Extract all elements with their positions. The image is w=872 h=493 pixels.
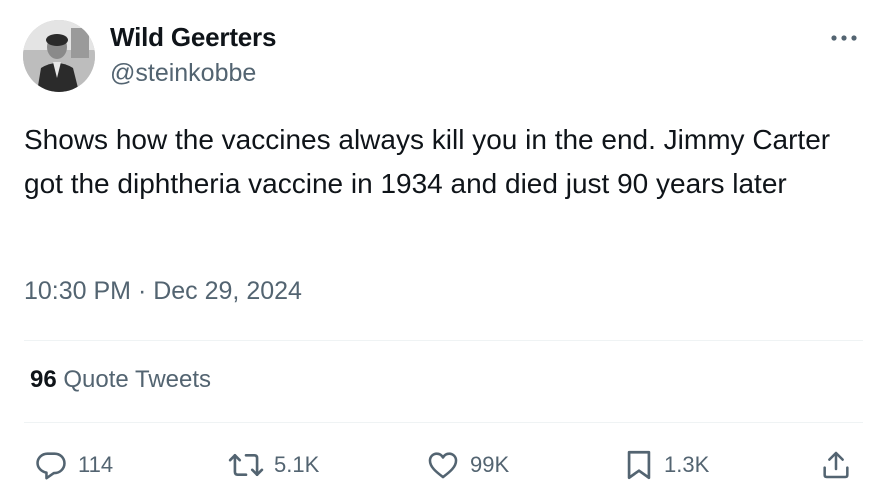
quote-tweets-label: Quote Tweets bbox=[63, 366, 212, 393]
retweet-count: 5.1K bbox=[274, 452, 320, 477]
quote-tweets-link[interactable]: 96 Quote Tweets bbox=[30, 366, 211, 394]
more-dots-icon bbox=[831, 35, 857, 41]
more-options-button[interactable] bbox=[828, 24, 860, 52]
display-name[interactable]: Wild Geerters bbox=[110, 22, 276, 53]
bookmark-icon bbox=[627, 450, 651, 480]
bookmark-count: 1.3K bbox=[664, 452, 710, 477]
tweet-card: Wild Geerters @steinkobbe Shows how the … bbox=[0, 0, 872, 493]
like-button[interactable]: 99K bbox=[426, 446, 509, 484]
share-button[interactable] bbox=[820, 446, 852, 484]
tweet-timestamp[interactable]: 10:30 PM · Dec 29, 2024 bbox=[24, 277, 302, 306]
heart-icon bbox=[428, 452, 458, 479]
user-handle[interactable]: @steinkobbe bbox=[110, 59, 256, 88]
share-upload-icon bbox=[823, 451, 849, 479]
bookmark-button[interactable]: 1.3K bbox=[624, 446, 709, 484]
retweet-button[interactable]: 5.1K bbox=[228, 446, 319, 484]
retweet-arrows-icon bbox=[228, 453, 264, 477]
divider bbox=[24, 340, 863, 341]
avatar-photo bbox=[23, 20, 95, 92]
divider bbox=[24, 422, 863, 423]
reply-bubble-icon bbox=[36, 452, 66, 480]
like-count: 99K bbox=[470, 452, 510, 477]
quote-tweets-count: 96 bbox=[30, 366, 57, 393]
reply-button[interactable]: 114 bbox=[34, 446, 113, 484]
tweet-text: Shows how the vaccines always kill you i… bbox=[24, 124, 831, 199]
avatar[interactable] bbox=[23, 20, 95, 92]
reply-count: 114 bbox=[78, 452, 114, 477]
